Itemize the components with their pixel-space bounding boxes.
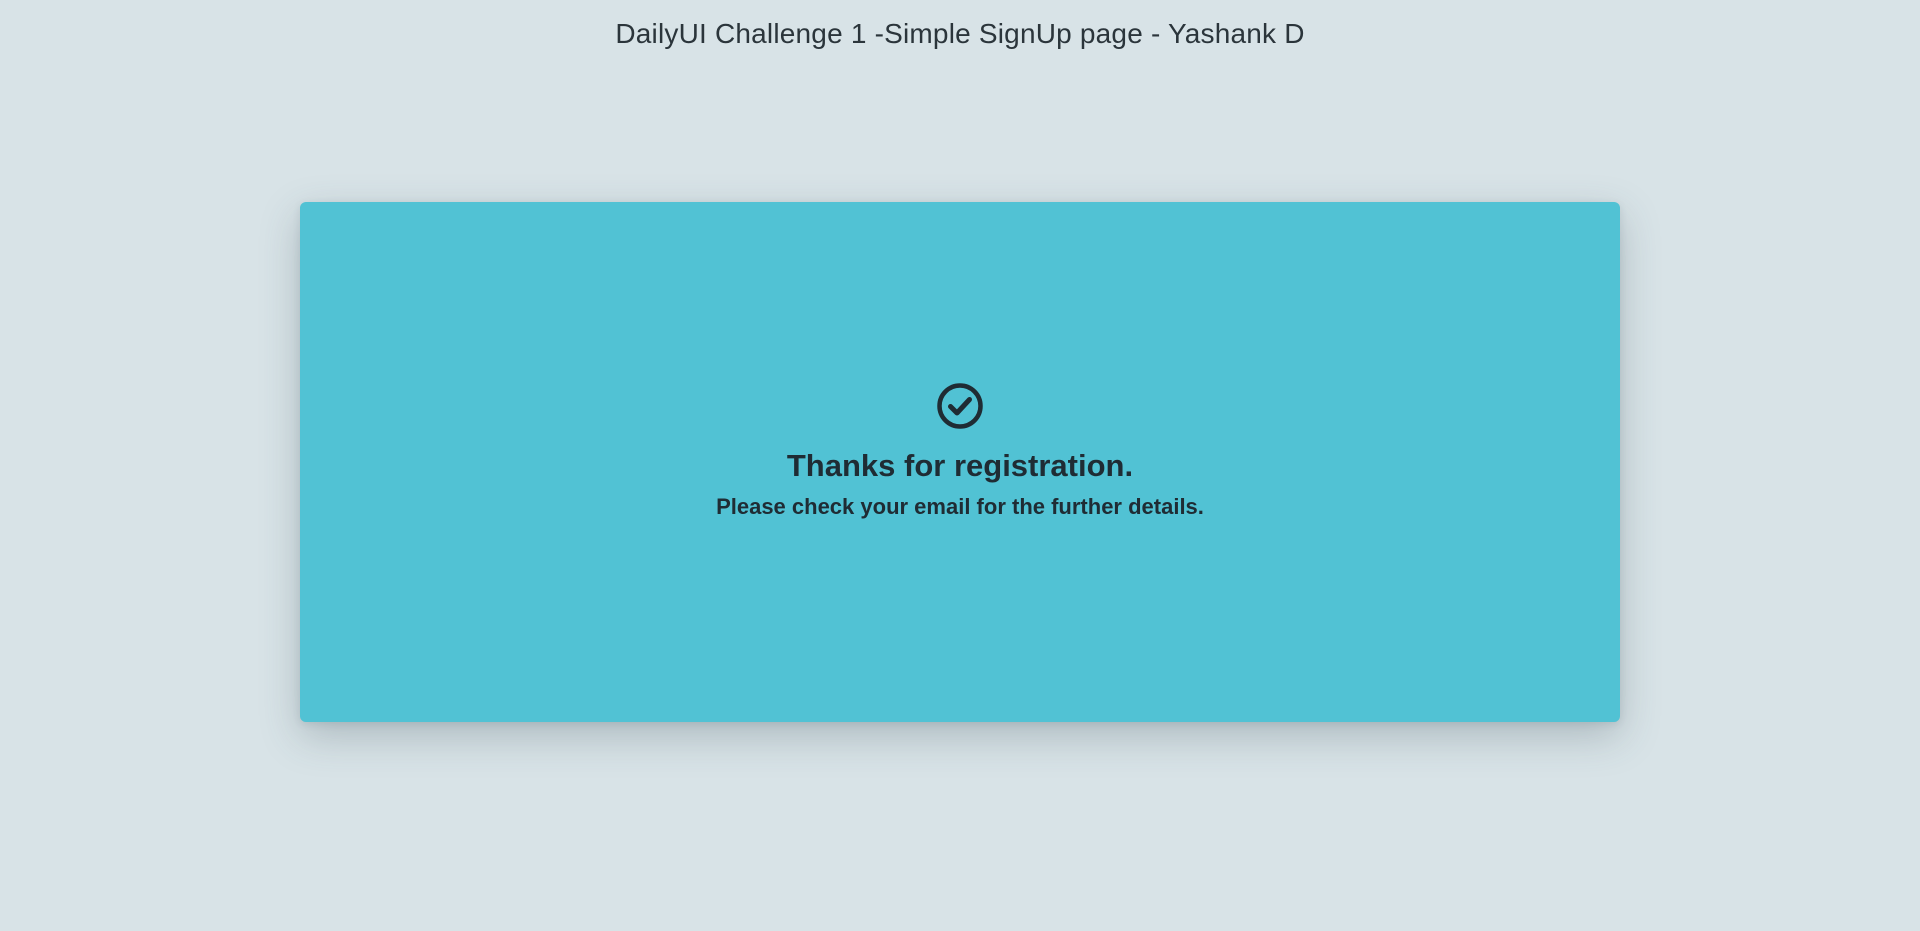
success-message: Please check your email for the further …	[716, 494, 1204, 519]
page-title: DailyUI Challenge 1 -Simple SignUp page …	[615, 18, 1305, 49]
page: DailyUI Challenge 1 -Simple SignUp page …	[0, 0, 1920, 931]
success-heading: Thanks for registration.	[786, 448, 1134, 483]
success-card: Thanks for registration. Please check yo…	[300, 202, 1620, 722]
check-circle-icon	[937, 383, 983, 429]
